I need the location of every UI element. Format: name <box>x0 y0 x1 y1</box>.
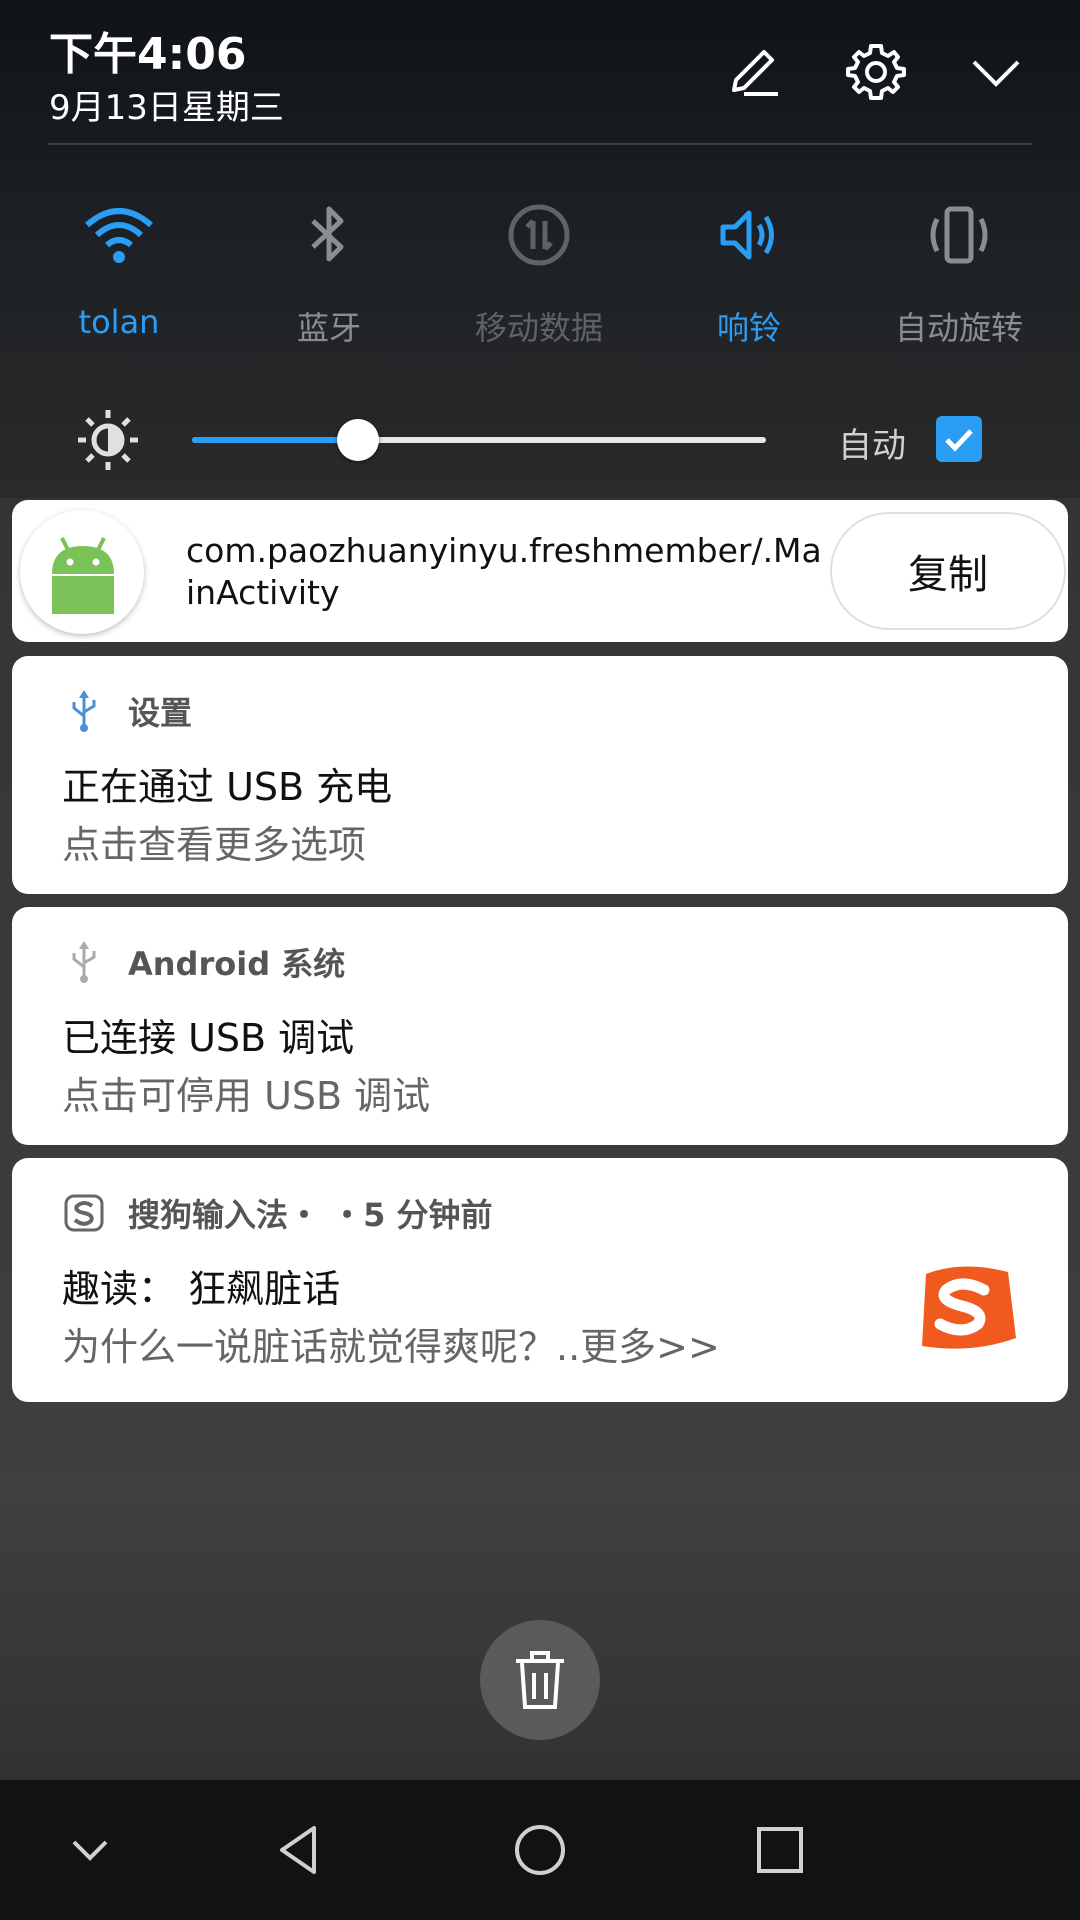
nav-collapse-icon[interactable] <box>60 1820 120 1880</box>
gear-icon[interactable] <box>844 40 908 104</box>
brightness-fill <box>192 437 358 443</box>
clock: 下午4:06 <box>49 29 247 80</box>
notification-usb-debugging[interactable]: Android 系统 已连接 USB 调试 点击可停用 USB 调试 <box>12 907 1068 1145</box>
auto-brightness-label: 自动 <box>838 426 906 466</box>
usb-icon <box>64 939 104 985</box>
activity-notification[interactable]: com.paozhuanyinyu.freshmember/.MainActiv… <box>12 500 1068 642</box>
usb-icon <box>64 688 104 734</box>
recents-icon[interactable] <box>750 1820 810 1880</box>
date: 9月13日星期三 <box>49 88 284 128</box>
qs-bluetooth[interactable]: 蓝牙 <box>224 195 434 349</box>
notification-sogou[interactable]: 搜狗输入法・ ・5 分钟前 趣读： 狂飙脏话 为什么一说脏话就觉得爽呢？..更多… <box>12 1158 1068 1402</box>
qs-wifi[interactable]: tolan <box>14 195 224 341</box>
home-icon[interactable] <box>510 1820 570 1880</box>
brightness-icon <box>76 408 140 472</box>
qs-mobile-data[interactable]: 移动数据 <box>434 195 644 349</box>
notification-title: 趣读： 狂飙脏话 <box>62 1267 341 1311</box>
notification-usb-charging[interactable]: 设置 正在通过 USB 充电 点击查看更多选项 <box>12 656 1068 894</box>
notification-title: 已连接 USB 调试 <box>62 1016 355 1060</box>
clear-all-button[interactable] <box>480 1620 600 1740</box>
back-icon[interactable] <box>270 1820 330 1880</box>
android-app-icon <box>20 510 144 634</box>
navigation-bar <box>0 1780 1080 1920</box>
notification-text: 为什么一说脏话就觉得爽呢？..更多>> <box>62 1325 720 1369</box>
qs-wifi-label: tolan <box>78 303 160 341</box>
qs-ring[interactable]: 响铃 <box>644 195 854 349</box>
brightness-slider[interactable] <box>192 419 766 461</box>
header-divider <box>48 143 1032 145</box>
trash-icon <box>516 1651 564 1709</box>
bluetooth-icon <box>289 195 369 275</box>
notification-text: 点击查看更多选项 <box>62 823 367 867</box>
notification-app-name: 设置 <box>128 694 193 732</box>
sogou-logo-icon <box>912 1254 1022 1364</box>
qs-ring-label: 响铃 <box>716 309 781 347</box>
ring-volume-icon <box>709 195 789 275</box>
qs-bluetooth-label: 蓝牙 <box>296 309 361 347</box>
qs-auto-rotate[interactable]: 自动旋转 <box>854 195 1064 349</box>
auto-rotate-icon <box>919 195 999 275</box>
pencil-icon[interactable] <box>720 40 784 104</box>
brightness-thumb[interactable] <box>337 419 379 461</box>
notification-text: 点击可停用 USB 调试 <box>62 1074 431 1118</box>
notification-app-name: 搜狗输入法・ ・5 分钟前 <box>128 1196 493 1234</box>
qs-auto-rotate-label: 自动旋转 <box>894 309 1023 347</box>
chevron-down-icon[interactable] <box>964 40 1028 104</box>
copy-button[interactable]: 复制 <box>830 512 1066 630</box>
mobile-data-icon <box>499 195 579 275</box>
brightness-row: 自动 <box>0 400 1080 480</box>
sogou-icon <box>64 1190 104 1236</box>
wifi-icon <box>79 195 159 275</box>
notification-app-name: Android 系统 <box>128 945 346 983</box>
notification-title: 正在通过 USB 充电 <box>62 765 393 809</box>
activity-name: com.paozhuanyinyu.freshmember/.MainActiv… <box>186 531 822 612</box>
qs-mobile-data-label: 移动数据 <box>474 309 603 347</box>
auto-brightness-checkbox[interactable] <box>936 416 982 462</box>
